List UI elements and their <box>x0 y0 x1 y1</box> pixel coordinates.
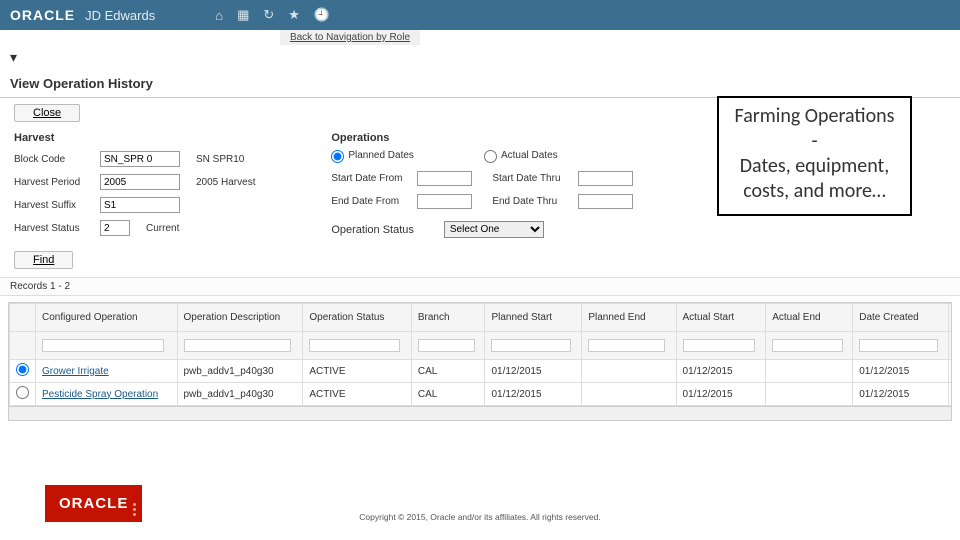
col-branch[interactable]: Branch <box>411 304 485 332</box>
actual-dates-radio-input[interactable] <box>484 150 497 163</box>
harvest-status-input[interactable] <box>100 220 130 236</box>
filter-act-start[interactable] <box>683 339 756 352</box>
col-act-start[interactable]: Actual Start <box>676 304 766 332</box>
cell-prior-val <box>949 383 952 406</box>
toolbar-dropdown[interactable]: ▾ <box>0 45 960 70</box>
col-op-status[interactable]: Operation Status <box>303 304 411 332</box>
app-header: ORACLE JD Edwards ⌂ ▦ ↻ ★ 🕘 <box>0 0 960 30</box>
start-date-from-label: Start Date From <box>331 173 411 184</box>
operations-panel: Operations Planned Dates Actual Dates St… <box>331 128 658 243</box>
callout-line3: Dates, equipment, costs, and more… <box>725 154 904 204</box>
harvest-status-desc: Current <box>146 223 179 234</box>
records-count: Records 1 - 2 <box>0 277 960 296</box>
cell-op-status: ACTIVE <box>303 383 411 406</box>
harvest-suffix-input[interactable] <box>100 197 180 213</box>
cell-plan-start: 01/12/2015 <box>485 360 582 383</box>
col-select <box>10 304 36 332</box>
harvest-suffix-label: Harvest Suffix <box>14 200 94 211</box>
planned-dates-radio[interactable]: Planned Dates <box>331 150 414 163</box>
cell-date-created: 01/12/2015 <box>853 360 949 383</box>
operation-status-label: Operation Status <box>331 224 414 236</box>
filter-config-op[interactable] <box>42 339 164 352</box>
harvest-period-desc: 2005 Harvest <box>196 177 255 188</box>
cell-date-created: 01/12/2015 <box>853 383 949 406</box>
col-config-op[interactable]: Configured Operation <box>36 304 178 332</box>
block-code-desc: SN SPR10 <box>196 154 244 165</box>
col-act-end[interactable]: Actual End <box>766 304 853 332</box>
callout-box: Farming Operations - Dates, equipment, c… <box>717 96 912 216</box>
harvest-heading: Harvest <box>14 132 311 144</box>
cell-plan-end <box>582 360 676 383</box>
harvest-period-input[interactable] <box>100 174 180 190</box>
col-plan-start[interactable]: Planned Start <box>485 304 582 332</box>
planned-dates-radio-input[interactable] <box>331 150 344 163</box>
history-icon[interactable]: 🕘 <box>314 7 330 23</box>
filter-act-end[interactable] <box>772 339 842 352</box>
find-button[interactable]: Find <box>14 251 73 269</box>
callout-line1: Farming Operations <box>725 104 904 129</box>
cell-act-start: 01/12/2015 <box>676 360 766 383</box>
cell-plan-end <box>582 383 676 406</box>
filter-plan-end[interactable] <box>588 339 665 352</box>
actual-dates-radio[interactable]: Actual Dates <box>484 150 558 163</box>
cell-act-start: 01/12/2015 <box>676 383 766 406</box>
cell-act-end <box>766 383 853 406</box>
harvest-period-label: Harvest Period <box>14 177 94 188</box>
cell-op-desc: pwb_addv1_p40g30 <box>177 360 303 383</box>
home-icon[interactable]: ⌂ <box>215 8 223 23</box>
filter-branch[interactable] <box>418 339 476 352</box>
col-prior-val[interactable]: Prior Val <box>949 304 952 332</box>
block-code-input[interactable] <box>100 151 180 167</box>
cell-config-op[interactable]: Pesticide Spray Operation <box>36 383 178 406</box>
cell-prior-val <box>949 360 952 383</box>
harvest-status-label: Harvest Status <box>14 223 94 234</box>
end-date-from-input[interactable] <box>417 194 472 209</box>
horizontal-scrollbar[interactable] <box>9 406 951 420</box>
end-date-thru-label: End Date Thru <box>492 196 572 207</box>
operations-heading: Operations <box>331 132 658 144</box>
product-name: JD Edwards <box>85 8 155 23</box>
row-select-radio[interactable] <box>16 386 29 399</box>
cell-branch: CAL <box>411 360 485 383</box>
end-date-thru-input[interactable] <box>578 194 633 209</box>
harvest-panel: Harvest Block Code SN SPR10 Harvest Peri… <box>14 128 311 243</box>
block-code-label: Block Code <box>14 154 94 165</box>
filter-op-desc[interactable] <box>184 339 291 352</box>
refresh-icon[interactable]: ↻ <box>263 7 274 23</box>
filter-date-created[interactable] <box>859 339 938 352</box>
table-row[interactable]: Pesticide Spray Operationpwb_addv1_p40g3… <box>10 383 953 406</box>
table-row[interactable]: Grower Irrigatepwb_addv1_p40g30ACTIVECAL… <box>10 360 953 383</box>
copyright-text: Copyright © 2015, Oracle and/or its affi… <box>0 512 960 522</box>
page-title: View Operation History <box>0 70 960 98</box>
start-date-thru-input[interactable] <box>578 171 633 186</box>
start-date-from-input[interactable] <box>417 171 472 186</box>
dashboard-icon[interactable]: ▦ <box>237 7 249 23</box>
callout-line2: - <box>725 129 904 154</box>
cell-op-status: ACTIVE <box>303 360 411 383</box>
topbar-toolbar: ⌂ ▦ ↻ ★ 🕘 <box>215 7 330 23</box>
close-button[interactable]: Close <box>14 104 80 122</box>
cell-op-desc: pwb_addv1_p40g30 <box>177 383 303 406</box>
cell-config-op[interactable]: Grower Irrigate <box>36 360 178 383</box>
favorites-icon[interactable]: ★ <box>288 7 300 23</box>
end-date-from-label: End Date From <box>331 196 411 207</box>
back-to-nav-link[interactable]: Back to Navigation by Role <box>280 30 420 45</box>
start-date-thru-label: Start Date Thru <box>492 173 572 184</box>
cell-plan-start: 01/12/2015 <box>485 383 582 406</box>
col-plan-end[interactable]: Planned End <box>582 304 676 332</box>
filter-op-status[interactable] <box>309 339 400 352</box>
cell-branch: CAL <box>411 383 485 406</box>
oracle-logo: ORACLE <box>10 7 75 23</box>
cell-act-end <box>766 360 853 383</box>
col-op-desc[interactable]: Operation Description <box>177 304 303 332</box>
operation-status-select[interactable]: Select One <box>444 221 544 238</box>
col-date-created[interactable]: Date Created <box>853 304 949 332</box>
filter-plan-start[interactable] <box>491 339 571 352</box>
row-select-radio[interactable] <box>16 363 29 376</box>
results-grid: Configured Operation Operation Descripti… <box>8 302 952 421</box>
